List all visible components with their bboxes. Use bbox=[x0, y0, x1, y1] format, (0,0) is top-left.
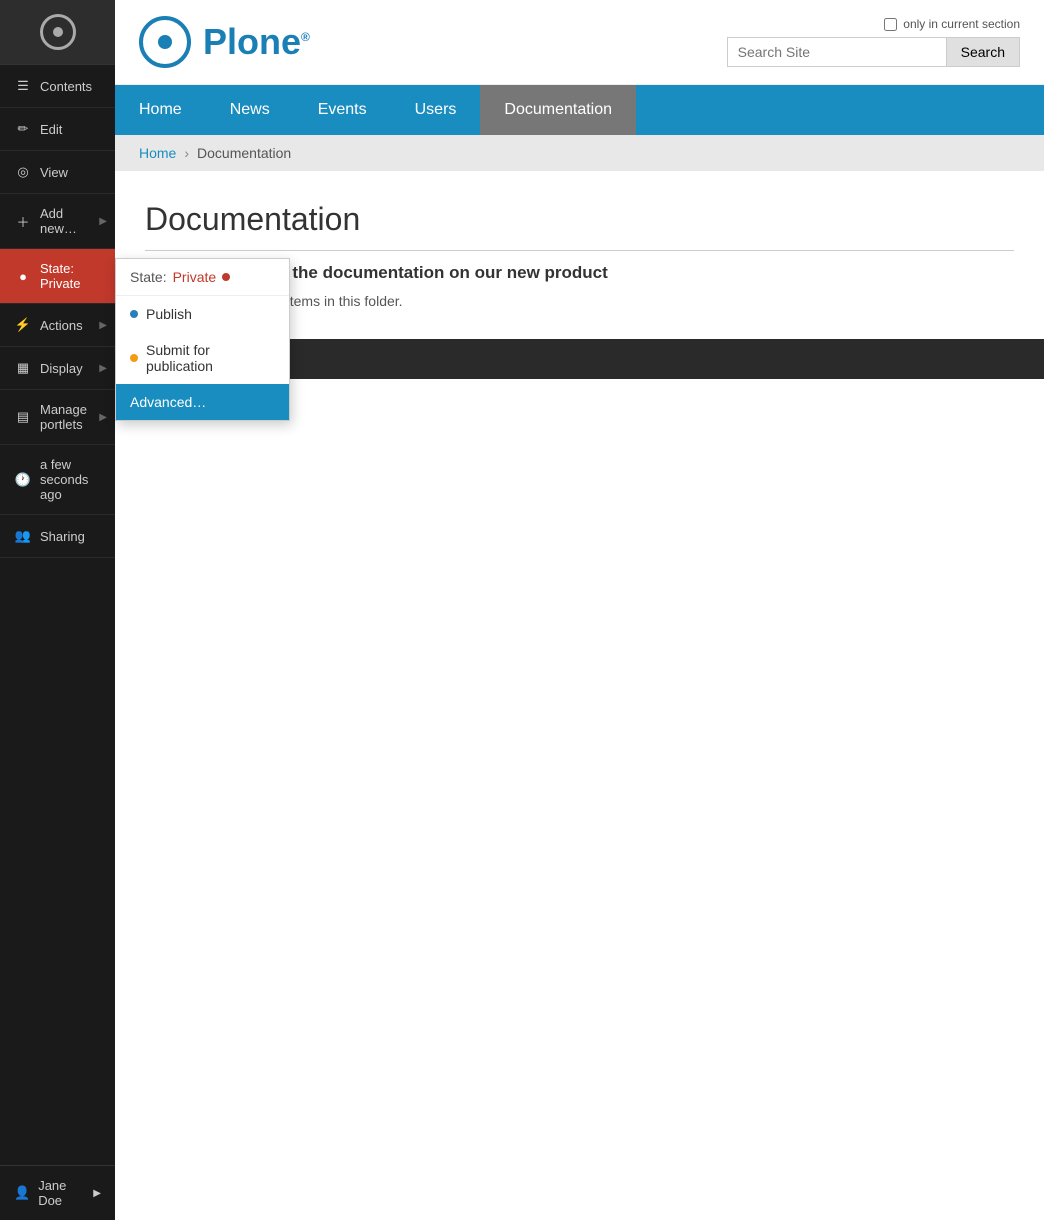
search-row: Search bbox=[727, 37, 1020, 67]
dropdown-state-prefix: State: bbox=[130, 269, 167, 285]
sidebar-item-label: Sharing bbox=[40, 529, 101, 544]
sidebar-item-label: a few seconds ago bbox=[40, 457, 101, 502]
breadcrumb-current: Documentation bbox=[197, 145, 291, 161]
pencil-icon: ✏ bbox=[14, 120, 32, 138]
user-icon: 👤 bbox=[14, 1185, 30, 1201]
sidebar-item-label: Add new… bbox=[40, 206, 101, 236]
dropdown-header: State: Private bbox=[116, 259, 289, 296]
sidebar-item-state-private[interactable]: ● State: Private bbox=[0, 249, 115, 304]
sidebar-item-edit[interactable]: ✏ Edit bbox=[0, 108, 115, 151]
chevron-right-icon: ▶ bbox=[99, 412, 107, 423]
search-only-section-label: only in current section bbox=[903, 17, 1020, 31]
clock-icon: 🕐 bbox=[14, 471, 32, 489]
sidebar-item-label: Display bbox=[40, 361, 101, 376]
nav-item-events[interactable]: Events bbox=[294, 85, 391, 135]
search-area: only in current section Search bbox=[727, 17, 1020, 67]
nav-item-documentation[interactable]: Documentation bbox=[480, 85, 636, 135]
bolt-icon: ⚡ bbox=[14, 316, 32, 334]
toolbar-logo bbox=[0, 0, 115, 65]
nav-item-home[interactable]: Home bbox=[115, 85, 206, 135]
site-nav: Home News Events Users Documentation bbox=[115, 85, 1044, 135]
nav-item-users[interactable]: Users bbox=[391, 85, 481, 135]
site-header: Plone® only in current section Search bbox=[115, 0, 1044, 85]
sidebar-item-actions[interactable]: ⚡ Actions ▶ bbox=[0, 304, 115, 347]
list-icon: ☰ bbox=[14, 77, 32, 95]
sidebar-item-view[interactable]: ◎ View bbox=[0, 151, 115, 194]
chevron-right-icon: ▶ bbox=[99, 363, 107, 374]
plone-logo-circle bbox=[139, 16, 191, 68]
sidebar-item-label: Contents bbox=[40, 79, 101, 94]
state-dot-red bbox=[222, 273, 230, 281]
breadcrumb-home[interactable]: Home bbox=[139, 145, 176, 161]
sidebar-item-contents[interactable]: ☰ Contents bbox=[0, 65, 115, 108]
page-title: Documentation bbox=[145, 201, 1014, 251]
dropdown-item-submit[interactable]: Submit for publication bbox=[116, 332, 289, 384]
sharing-icon: 👥 bbox=[14, 527, 32, 545]
state-dropdown: State: Private Publish Submit for public… bbox=[115, 258, 290, 421]
toolbar-username: Jane Doe bbox=[38, 1178, 85, 1208]
plone-logo: Plone® bbox=[139, 16, 310, 68]
plone-circle-icon bbox=[40, 14, 76, 50]
search-only-section: only in current section bbox=[884, 17, 1020, 31]
chevron-right-icon: ▶ bbox=[99, 320, 107, 331]
dropdown-item-publish[interactable]: Publish bbox=[116, 296, 289, 332]
sidebar-item-label: Manage portlets bbox=[40, 402, 101, 432]
toolbar-footer-user[interactable]: 👤 Jane Doe ▶ bbox=[0, 1165, 115, 1220]
sidebar-item-sharing[interactable]: 👥 Sharing bbox=[0, 515, 115, 558]
search-button[interactable]: Search bbox=[947, 37, 1020, 67]
plus-icon: ＋ bbox=[14, 212, 32, 230]
sidebar-item-label: View bbox=[40, 165, 101, 180]
search-input[interactable] bbox=[727, 37, 947, 67]
circle-icon: ● bbox=[14, 267, 32, 285]
dot-blue-icon bbox=[130, 310, 138, 318]
sidebar-item-label: Actions bbox=[40, 318, 101, 333]
sidebar-item-add-new[interactable]: ＋ Add new… ▶ bbox=[0, 194, 115, 249]
sidebar-item-timestamp: 🕐 a few seconds ago bbox=[0, 445, 115, 515]
sidebar-item-manage-portlets[interactable]: ▤ Manage portlets ▶ bbox=[0, 390, 115, 445]
dropdown-item-label: Publish bbox=[146, 306, 192, 322]
dot-yellow-icon bbox=[130, 354, 138, 362]
main-content: Plone® only in current section Search Ho… bbox=[115, 0, 1044, 1220]
eye-icon: ◎ bbox=[14, 163, 32, 181]
display-icon: ▦ bbox=[14, 359, 32, 377]
plone-logo-text: Plone® bbox=[203, 21, 310, 63]
dropdown-state-value: Private bbox=[173, 269, 217, 285]
dropdown-item-advanced[interactable]: Advanced… bbox=[116, 384, 289, 420]
sidebar-item-label: Edit bbox=[40, 122, 101, 137]
portlet-icon: ▤ bbox=[14, 408, 32, 426]
chevron-right-icon: ▶ bbox=[93, 1188, 101, 1199]
search-only-section-checkbox[interactable] bbox=[884, 18, 897, 31]
toolbar: ☰ Contents ✏ Edit ◎ View ＋ Add new… ▶ ● … bbox=[0, 0, 115, 1220]
dropdown-item-label: Submit for publication bbox=[146, 342, 275, 374]
chevron-right-icon: ▶ bbox=[99, 216, 107, 227]
dropdown-item-label: Advanced… bbox=[130, 394, 206, 410]
breadcrumb: Home › Documentation bbox=[115, 135, 1044, 171]
nav-item-news[interactable]: News bbox=[206, 85, 294, 135]
sidebar-item-display[interactable]: ▦ Display ▶ bbox=[0, 347, 115, 390]
sidebar-item-label: State: Private bbox=[40, 261, 101, 291]
breadcrumb-separator: › bbox=[184, 145, 189, 161]
